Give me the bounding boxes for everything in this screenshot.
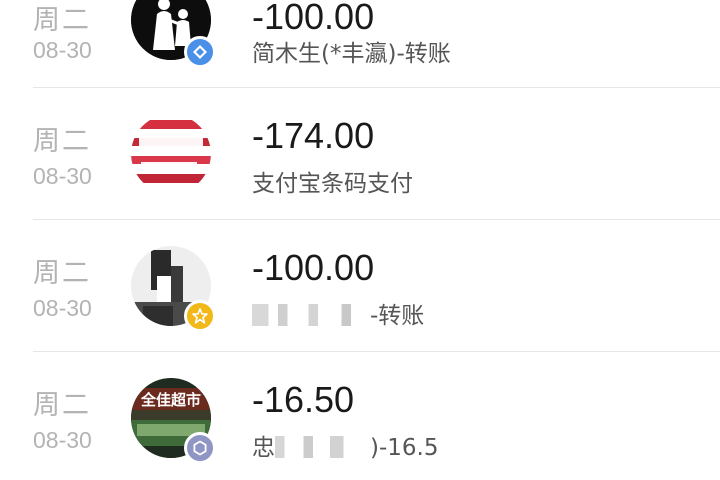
transaction-amount: -100.00	[252, 247, 375, 288]
store-sign-text: 全佳超市	[140, 391, 201, 409]
transaction-amount: -16.50	[252, 379, 355, 420]
transaction-day: 周二	[33, 126, 91, 157]
transaction-row[interactable]: 周二 08-30 全佳超市 -16.50 忠)-16.5	[0, 352, 720, 480]
transaction-row[interactable]: 周二 08-30 -100.00 -转账	[0, 220, 720, 352]
striped-flag-avatar-icon	[131, 114, 211, 194]
grey-hexagon-badge-icon	[184, 432, 216, 464]
transaction-description: 支付宝条码支付	[252, 171, 413, 197]
transaction-date: 08-30	[33, 295, 92, 321]
description-suffix: )-16.5	[370, 435, 439, 461]
redacted-name	[275, 436, 370, 458]
transaction-list: 周二 08-30 -100.00 简木生(*丰瀛)-转账 周二 08-30 -1…	[0, 0, 720, 480]
transaction-description: 简木生(*丰瀛)-转账	[252, 41, 451, 67]
transaction-date: 08-30	[33, 427, 92, 453]
transaction-day: 周二	[33, 390, 91, 421]
avatar	[131, 114, 211, 194]
transaction-row[interactable]: 周二 08-30 -174.00 支付宝条码支付	[0, 88, 720, 220]
description-suffix: -转账	[370, 303, 425, 329]
redacted-name	[252, 304, 370, 326]
transaction-day: 周二	[33, 5, 91, 36]
transaction-amount: -174.00	[252, 115, 375, 156]
transaction-date: 08-30	[33, 163, 92, 189]
transaction-description: -转账	[252, 296, 424, 330]
description-prefix: 忠	[252, 435, 275, 461]
blue-diamond-badge-icon	[184, 36, 216, 68]
transaction-amount: -100.00	[252, 0, 375, 37]
transaction-date: 08-30	[33, 37, 92, 63]
transaction-row[interactable]: 周二 08-30 -100.00 简木生(*丰瀛)-转账	[0, 0, 720, 88]
gold-star-badge-icon	[184, 300, 216, 332]
transaction-description: 忠 )-16.5	[252, 428, 438, 462]
transaction-day: 周二	[33, 258, 91, 289]
